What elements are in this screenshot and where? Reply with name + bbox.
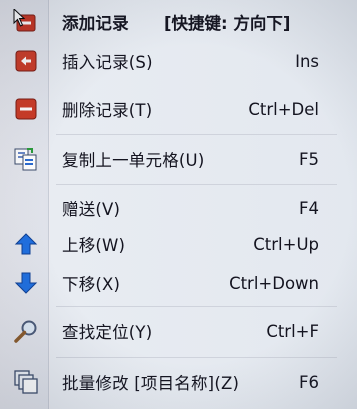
menu-item-shortcut: Ctrl+Up <box>253 234 319 254</box>
menu-item-shortcut: Ctrl+F <box>266 321 319 341</box>
menu-item-shortcut: [快捷键: 方向下] <box>164 14 291 33</box>
copy-cell-icon <box>12 145 40 173</box>
menu-item-label: 赠送(V) <box>62 200 121 219</box>
menu-item-shortcut: Ins <box>295 51 319 71</box>
arrow-down-icon <box>12 269 40 297</box>
menu-item-copy-cell[interactable]: 复制上一单元格(U) F5 <box>0 141 357 177</box>
menu-item-label: 下移(X) <box>62 275 121 294</box>
menu-separator <box>56 357 337 358</box>
menu-item-move-down[interactable]: 下移(X) Ctrl+Down <box>0 265 357 301</box>
menu-item-find[interactable]: 查找定位(Y) Ctrl+F <box>0 313 357 349</box>
search-icon <box>12 317 40 345</box>
menu-separator <box>56 184 337 185</box>
insert-record-icon <box>12 47 40 75</box>
menu-item-label: 删除记录(T) <box>62 101 153 120</box>
menu-item-delete-record[interactable]: 删除记录(T) Ctrl+Del <box>0 91 357 127</box>
menu-item-shortcut: Ctrl+Down <box>229 273 319 293</box>
menu-separator <box>56 306 337 307</box>
menu-item-add-record[interactable]: 添加记录 [快捷键: 方向下] <box>0 4 357 40</box>
menu-item-label: 复制上一单元格(U) <box>62 151 205 170</box>
menu-item-label: 查找定位(Y) <box>62 323 153 342</box>
menu-item-shortcut: F5 <box>299 149 319 169</box>
menu-item-gift[interactable]: 赠送(V) F4 <box>0 190 357 226</box>
menu-item-label: 插入记录(S) <box>62 53 153 72</box>
menu-item-shortcut: Ctrl+Del <box>248 99 319 119</box>
menu-separator <box>56 134 337 135</box>
delete-record-icon <box>12 95 40 123</box>
menu-item-label: 添加记录 <box>62 14 129 33</box>
menu-item-batch-edit[interactable]: 批量修改 [项目名称](Z) F6 <box>0 364 357 400</box>
menu-item-label: 批量修改 [项目名称](Z) <box>62 374 240 393</box>
menu-item-shortcut: F6 <box>299 372 319 392</box>
menu-item-shortcut: F4 <box>299 198 319 218</box>
batch-edit-icon <box>12 368 40 396</box>
menu-item-label: 上移(W) <box>62 236 126 255</box>
menu-item-insert-record[interactable]: 插入记录(S) Ins <box>0 43 357 79</box>
menu-item-move-up[interactable]: 上移(W) Ctrl+Up <box>0 226 357 262</box>
add-record-icon <box>12 8 40 36</box>
context-menu: 添加记录 [快捷键: 方向下] 插入记录(S) Ins 删除记录(T) Ctrl… <box>0 0 357 409</box>
arrow-up-icon <box>12 230 40 258</box>
